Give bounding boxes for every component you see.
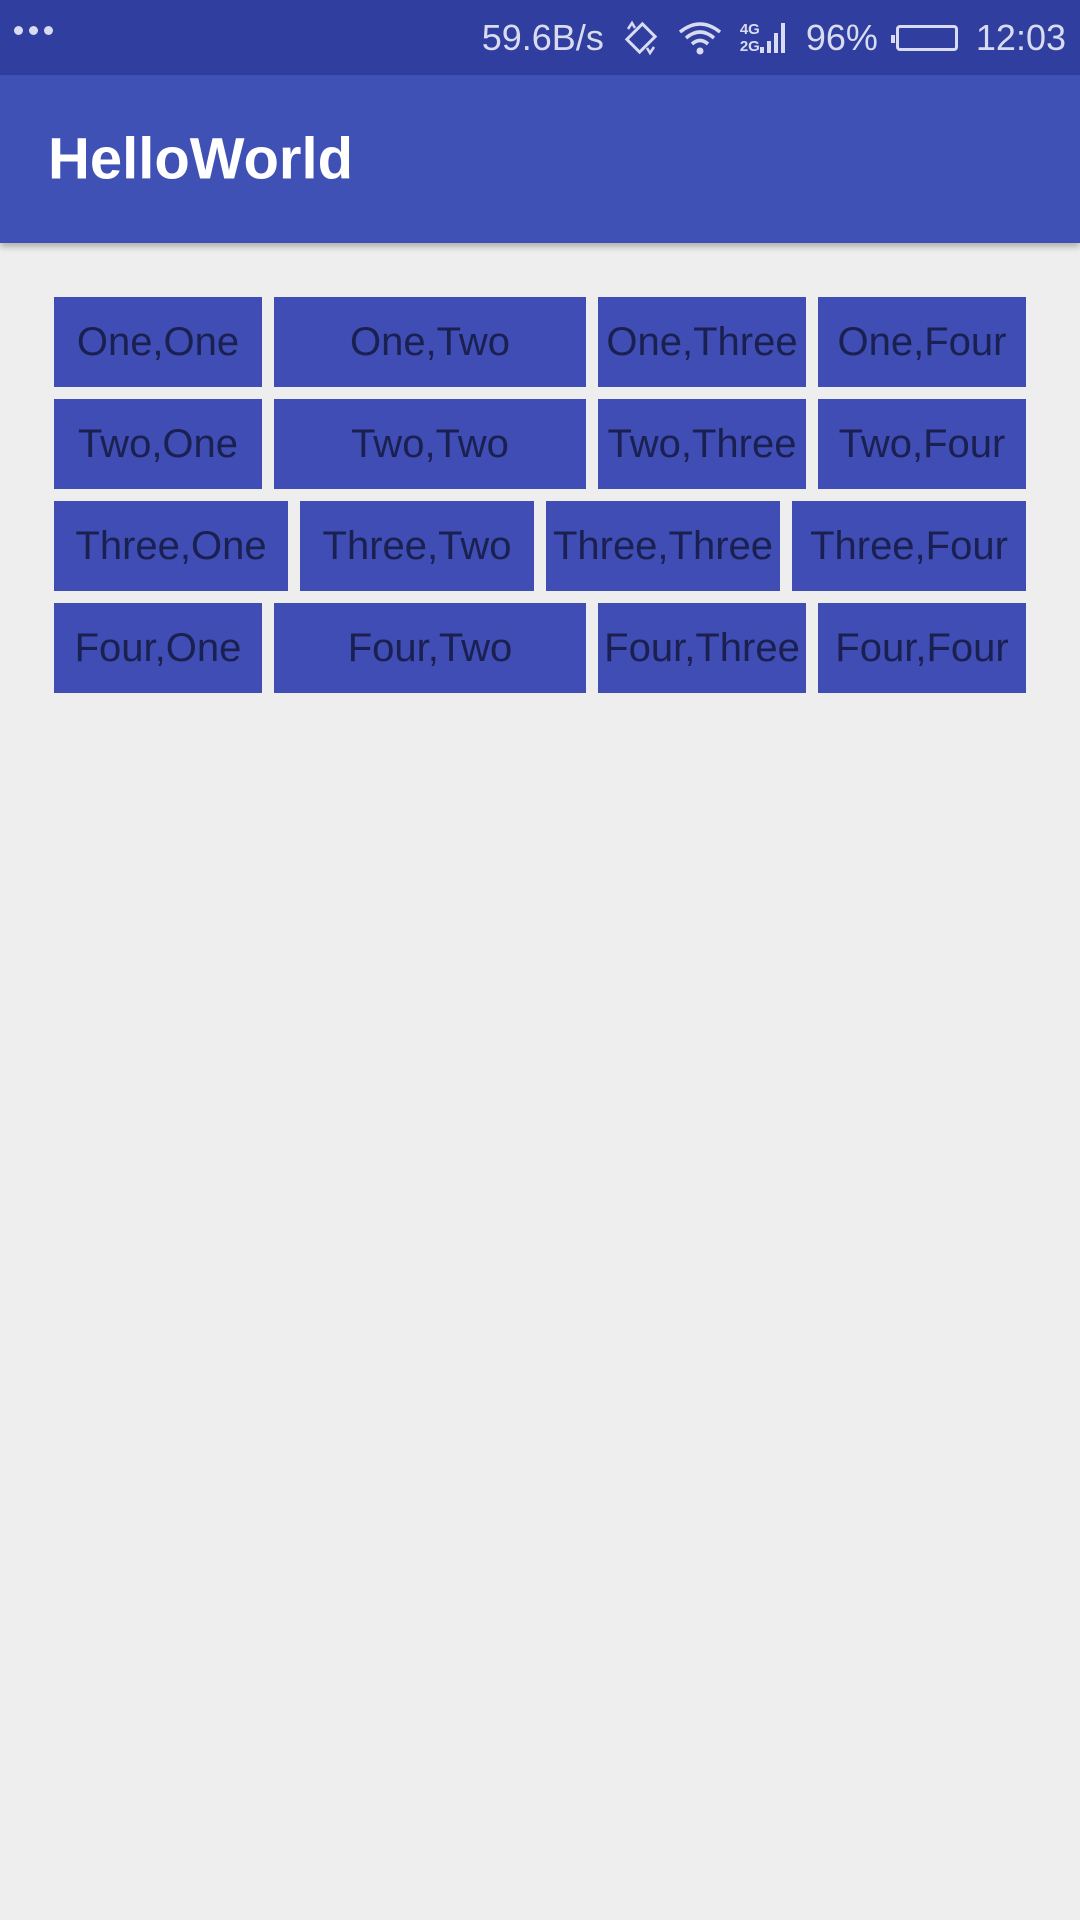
cell-three-two[interactable]: Three,Two — [300, 501, 534, 591]
status-icons: 59.6B/s 4G 2G 96% 12:03 — [482, 0, 1066, 75]
cell-one-one[interactable]: One,One — [54, 297, 262, 387]
button-grid: One,One One,Two One,Three One,Four Two,O… — [54, 297, 1026, 705]
cell-four-one[interactable]: Four,One — [54, 603, 262, 693]
app-title: HelloWorld — [48, 126, 354, 192]
wifi-icon — [678, 20, 722, 56]
cell-two-two[interactable]: Two,Two — [274, 399, 586, 489]
cell-one-four[interactable]: One,Four — [818, 297, 1026, 387]
grid-row-three: Three,One Three,Two Three,Three Three,Fo… — [54, 501, 1026, 591]
network-speed: 59.6B/s — [481, 16, 604, 58]
app-bar: HelloWorld — [0, 75, 1080, 243]
grid-row-four: Four,One Four,Two Four,Three Four,Four — [54, 603, 1026, 693]
grid-row-two: Two,One Two,Two Two,Three Two,Four — [54, 399, 1026, 489]
cell-four-two[interactable]: Four,Two — [274, 603, 586, 693]
cell-two-three[interactable]: Two,Three — [598, 399, 806, 489]
status-bar: 59.6B/s 4G 2G 96% 12:03 — [0, 0, 1080, 75]
cell-one-three[interactable]: One,Three — [598, 297, 806, 387]
cell-two-one[interactable]: Two,One — [54, 399, 262, 489]
cell-four-four[interactable]: Four,Four — [818, 603, 1026, 693]
net-type-bottom: 2G — [739, 37, 760, 55]
cell-three-four[interactable]: Three,Four — [792, 501, 1026, 591]
battery-icon — [890, 24, 958, 51]
cell-four-three[interactable]: Four,Three — [598, 603, 806, 693]
battery-percent: 96% — [805, 16, 878, 58]
cell-three-one[interactable]: Three,One — [54, 501, 288, 591]
cell-two-four[interactable]: Two,Four — [818, 399, 1026, 489]
clock: 12:03 — [975, 16, 1066, 58]
grid-row-one: One,One One,Two One,Three One,Four — [54, 297, 1026, 387]
signal-icon: 4G 2G — [740, 21, 788, 55]
cell-three-three[interactable]: Three,Three — [546, 501, 780, 591]
cell-one-two[interactable]: One,Two — [274, 297, 586, 387]
rotate-icon — [622, 19, 660, 57]
more-dots-icon — [14, 26, 53, 35]
net-type-top: 4G — [739, 20, 760, 38]
